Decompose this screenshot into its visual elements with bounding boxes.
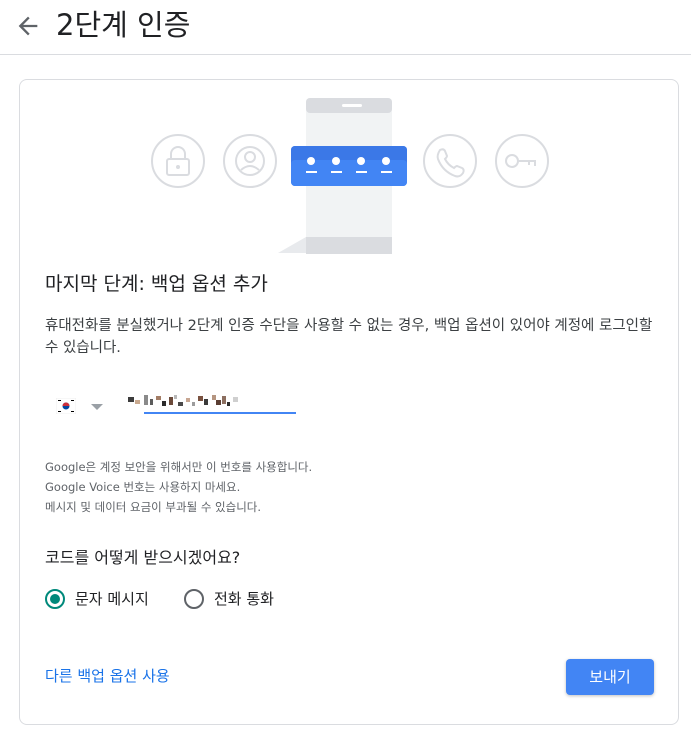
page-title: 2단계 인증 (56, 8, 191, 42)
app-header: 2단계 인증 (0, 0, 691, 55)
send-button[interactable]: 보내기 (566, 659, 654, 695)
other-backup-option-link[interactable]: 다른 백업 옵션 사용 (45, 665, 170, 687)
delivery-method-question: 코드를 어떻게 받으시겠어요? (45, 548, 241, 567)
note-line: Google은 계정 보안을 위해서만 이 번호를 사용합니다. (45, 460, 313, 474)
phone-icon (423, 134, 477, 188)
back-button[interactable] (14, 12, 42, 40)
radio-sms-label[interactable]: 문자 메시지 (75, 588, 149, 610)
backup-option-card: 마지막 단계: 백업 옵션 추가 휴대전화를 분실했거나 2단계 인증 수단을 … (19, 79, 679, 725)
account-circle-icon (223, 134, 277, 188)
note-line: Google Voice 번호는 사용하지 마세요. (45, 480, 241, 494)
lock-icon (151, 134, 205, 188)
south-korea-flag-icon (56, 398, 76, 414)
usage-notes: Google은 계정 보안을 위해서만 이 번호를 사용합니다. Google … (45, 457, 312, 517)
country-selector[interactable] (56, 394, 112, 422)
code-dots-icon (291, 146, 407, 186)
chevron-down-icon (91, 404, 103, 410)
description: 휴대전화를 분실했거나 2단계 인증 수단을 사용할 수 없는 경우, 백업 옵… (45, 318, 653, 356)
radio-button-unchecked[interactable] (184, 589, 204, 609)
step-title: 마지막 단계: 백업 옵션 추가 (45, 273, 268, 295)
radio-sms[interactable]: 문자 메시지 (45, 587, 165, 613)
radio-call-label[interactable]: 전화 통화 (214, 588, 274, 610)
note-line: 메시지 및 데이터 요금이 부과될 수 있습니다. (45, 500, 262, 514)
redacted-phone-number (128, 395, 238, 406)
radio-call[interactable]: 전화 통화 (184, 587, 304, 613)
radio-button-checked[interactable] (45, 589, 65, 609)
phone-number-input[interactable] (126, 390, 298, 418)
security-illustration (151, 98, 549, 254)
radio-dot (50, 594, 60, 604)
input-focus-underline (144, 412, 296, 414)
key-icon (495, 134, 549, 188)
arrow-back-icon (18, 16, 38, 36)
